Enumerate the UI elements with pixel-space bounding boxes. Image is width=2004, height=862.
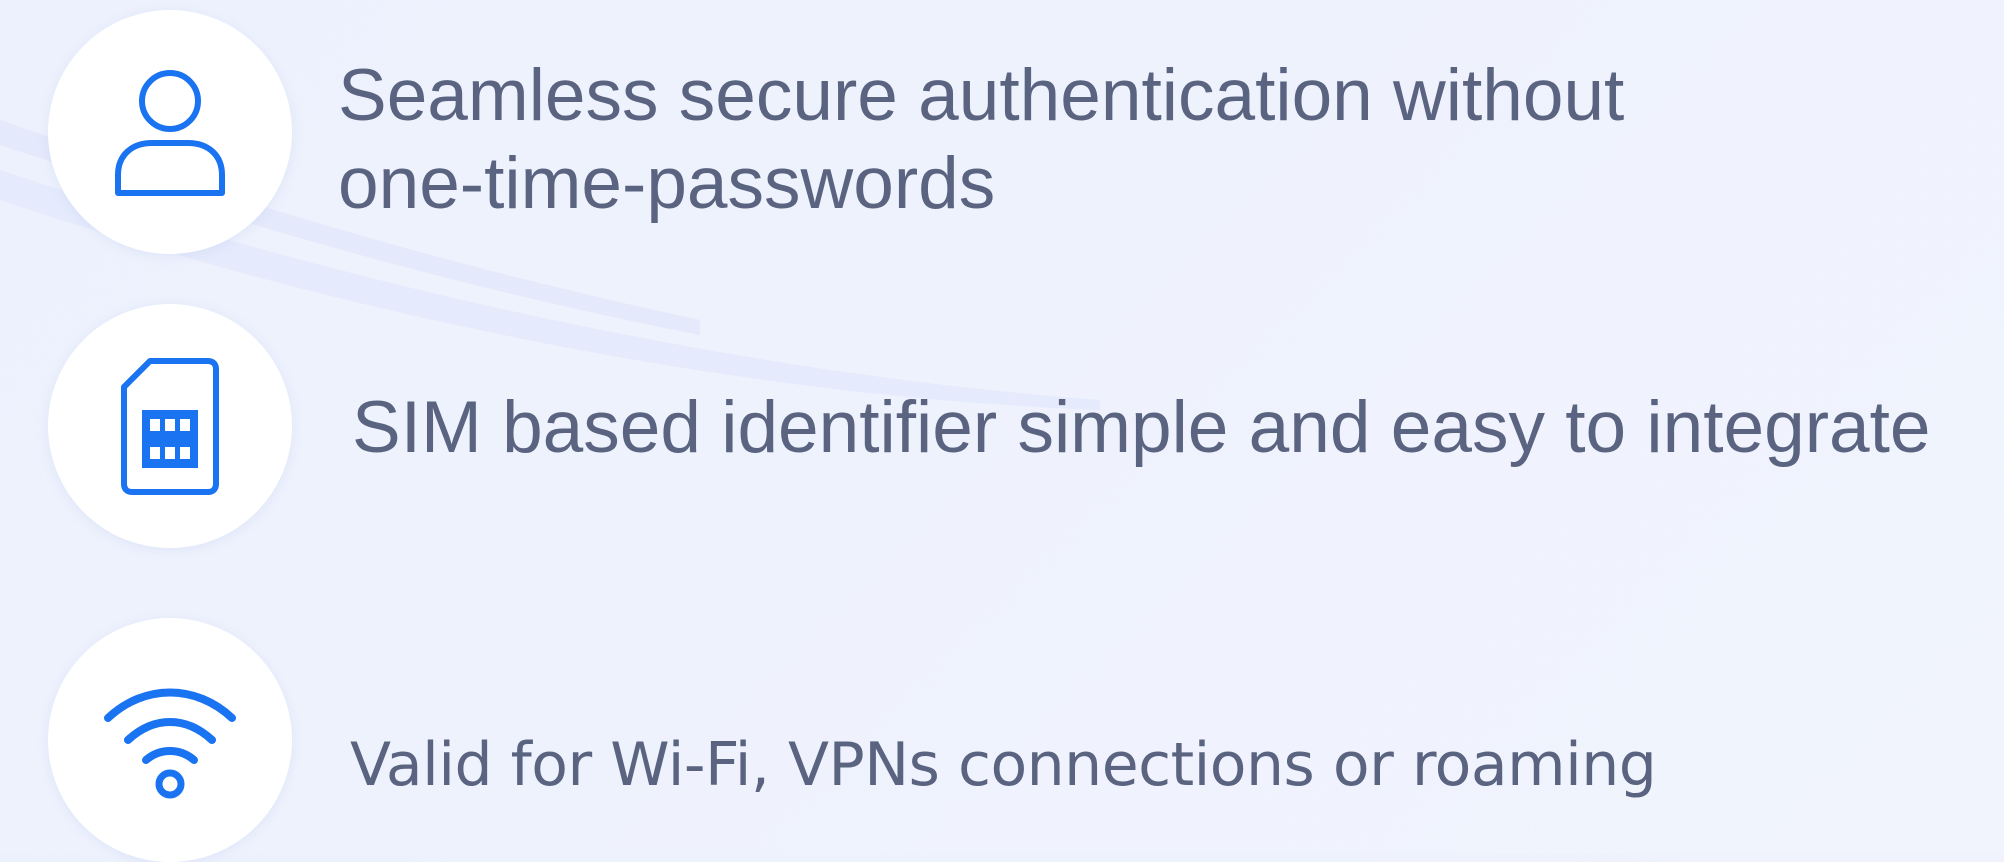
- icon-circle: [48, 618, 292, 862]
- icon-circle: [48, 304, 292, 548]
- sim-card-icon: [121, 358, 219, 495]
- feature-text: Valid for Wi-Fi, VPNs connections or roa…: [350, 730, 1657, 800]
- wifi-icon: [104, 688, 236, 799]
- feature-text: SIM based identifier simple and easy to …: [352, 387, 1931, 468]
- user-icon: [115, 70, 225, 196]
- icon-circle: [48, 10, 292, 254]
- feature-text-line-1: Seamless secure authentication without: [338, 55, 1625, 136]
- feature-text: Seamless secure authentication without o…: [338, 52, 1624, 228]
- feature-text-line-2: one-time-passwords: [338, 143, 996, 224]
